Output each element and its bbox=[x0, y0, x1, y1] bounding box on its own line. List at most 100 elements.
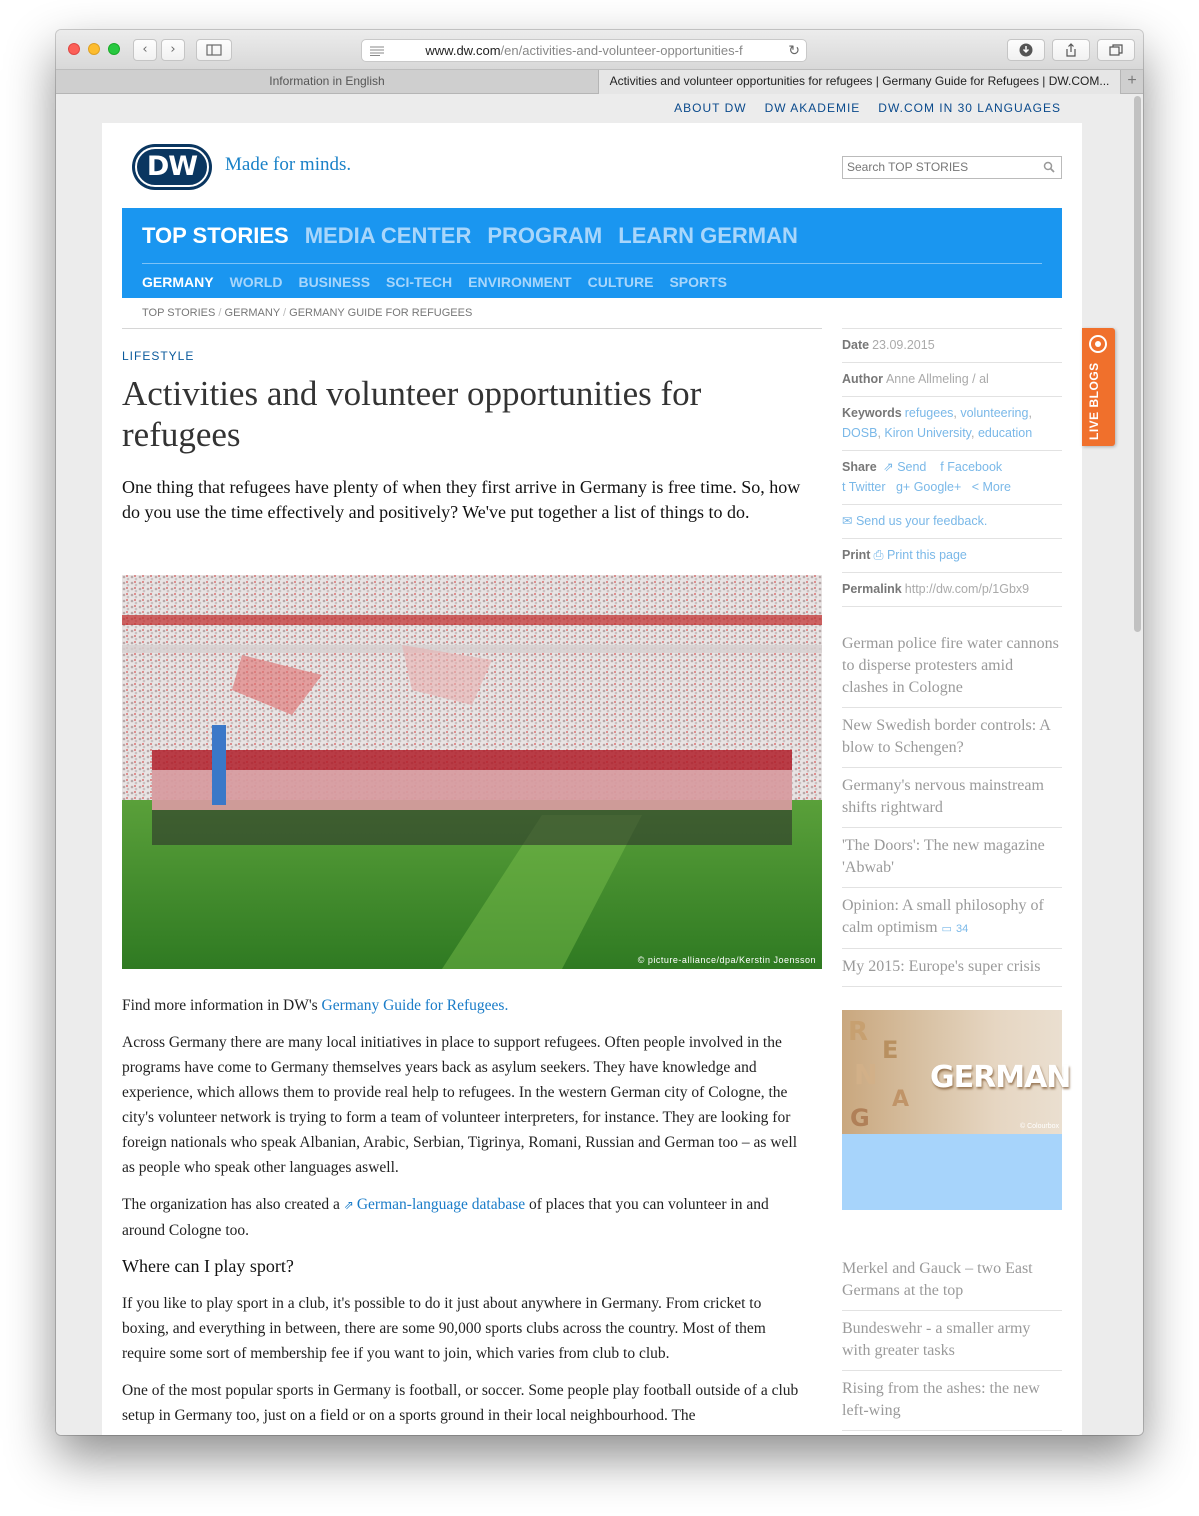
tab-overview-button[interactable] bbox=[1097, 39, 1135, 61]
primary-nav: TOP STORIES MEDIA CENTER PROGRAM LEARN GERM… bbox=[142, 223, 814, 249]
article-kicker[interactable]: LIFESTYLE bbox=[122, 349, 194, 363]
share-googleplus[interactable]: g+ Google+ bbox=[896, 480, 961, 494]
refugee-guide-link[interactable]: Germany Guide for Refugees. bbox=[322, 997, 509, 1014]
svg-text:G: G bbox=[850, 1104, 870, 1132]
tab-information-in-english[interactable]: Information in English bbox=[56, 70, 598, 94]
search-placeholder: Search TOP STORIES bbox=[847, 160, 969, 174]
back-button[interactable]: ‹ bbox=[133, 39, 157, 61]
breadcrumb-top-stories[interactable]: TOP STORIES bbox=[142, 307, 215, 319]
print-link[interactable]: ⎙ Print this page bbox=[873, 548, 966, 562]
breadcrumb-refugee-guide[interactable]: GERMANY GUIDE FOR REFUGEES bbox=[289, 307, 472, 319]
tagline: Made for minds. bbox=[225, 154, 352, 175]
share-facebook-label: Facebook bbox=[947, 460, 1003, 474]
related-story[interactable]: My 2015: Europe's super crisis bbox=[842, 949, 1062, 987]
sidebar-toggle-button[interactable] bbox=[196, 39, 232, 61]
downloads-button[interactable] bbox=[1007, 39, 1045, 61]
share-more-label: More bbox=[982, 480, 1011, 494]
tab-activities-article[interactable]: Activities and volunteer opportunities f… bbox=[598, 70, 1121, 94]
subnav-sci-tech[interactable]: SCI-TECH bbox=[386, 274, 452, 290]
address-bar[interactable]: www.dw.com/en/activities-and-volunteer-o… bbox=[361, 39, 807, 62]
share-send-label: Send bbox=[897, 460, 927, 474]
keyword-link[interactable]: education bbox=[978, 426, 1032, 440]
dw-akademie-link[interactable]: DW AKADEMIE bbox=[765, 101, 861, 115]
share-twitter[interactable]: t Twitter bbox=[842, 480, 886, 494]
vertical-scrollbar[interactable] bbox=[1134, 96, 1141, 632]
keyword-link[interactable]: refugees bbox=[905, 406, 954, 420]
article-paragraph-1: Find more information in DW's Germany Gu… bbox=[122, 993, 812, 1018]
zoom-window-button[interactable] bbox=[108, 43, 120, 55]
feedback-link[interactable]: ✉ Send us your feedback. bbox=[842, 514, 987, 528]
article-photo[interactable]: © picture-alliance/dpa/Kerstin Joensson bbox=[122, 575, 822, 969]
subnav-world[interactable]: WORLD bbox=[230, 274, 283, 290]
meta-share: Share ⇗ Send f Facebook t Twitter g+ Goo… bbox=[842, 450, 1062, 504]
plus-icon: + bbox=[1127, 72, 1137, 89]
breadcrumb-germany[interactable]: GERMANY bbox=[225, 307, 280, 319]
article-title: Activities and volunteer opportunities f… bbox=[122, 374, 702, 454]
close-window-button[interactable] bbox=[68, 43, 80, 55]
related-story[interactable]: New Swedish border controls: A blow to S… bbox=[842, 708, 1062, 768]
share-icon bbox=[1066, 43, 1076, 57]
meta-label: Share bbox=[842, 460, 877, 474]
keyword-link[interactable]: Kiron University bbox=[884, 426, 971, 440]
minimize-window-button[interactable] bbox=[88, 43, 100, 55]
meta-divider bbox=[842, 606, 1062, 607]
article-paragraph-4: If you like to play sport in a club, it'… bbox=[122, 1295, 766, 1362]
dw-logo[interactable]: DW bbox=[132, 144, 212, 190]
url-path: /en/activities-and-volunteer-opportuniti… bbox=[500, 43, 743, 58]
related-story[interactable]: Merkel and Gauck – two East Germans at t… bbox=[842, 1258, 1062, 1311]
wooden-letters-graphic: R E N A G bbox=[848, 1017, 909, 1132]
related-story[interactable]: Bundeswehr - a smaller army with greater… bbox=[842, 1311, 1062, 1371]
keyword-link[interactable]: volunteering bbox=[960, 406, 1028, 420]
subnav-sports[interactable]: SPORTS bbox=[669, 274, 727, 290]
url-host: www.dw.com bbox=[425, 43, 501, 58]
article-lead: One thing that refugees have plenty of w… bbox=[122, 477, 801, 522]
paragraph-text: The organization has also created a bbox=[122, 1196, 344, 1213]
search-input[interactable]: Search TOP STORIES bbox=[842, 156, 1062, 179]
article-meta: Date 23.09.2015 Author Anne Allmeling / al… bbox=[842, 328, 1062, 607]
related-story[interactable]: German police fire water cannons to disp… bbox=[842, 633, 1062, 708]
related-story-with-comments[interactable]: Opinion: A small philosophy of calm opti… bbox=[842, 888, 1062, 949]
live-blogs-label: LIVE BLOGS bbox=[1087, 362, 1101, 440]
share-button[interactable] bbox=[1052, 39, 1090, 61]
related-story[interactable]: Germany's nervous mainstream shifts righ… bbox=[842, 768, 1062, 828]
browser-window: ‹ › www.dw.com/en/activities-and-volunte… bbox=[56, 30, 1143, 1435]
subnav-business[interactable]: BUSINESS bbox=[298, 274, 370, 290]
forward-button[interactable]: › bbox=[161, 39, 185, 61]
nav-top-stories[interactable]: TOP STORIES bbox=[142, 223, 289, 248]
reload-icon[interactable]: ↻ bbox=[788, 40, 800, 61]
feedback-label: Send us your feedback. bbox=[855, 514, 988, 528]
article-paragraph-3: The organization has also created a ⇗ Ge… bbox=[122, 1192, 812, 1243]
browser-toolbar: ‹ › www.dw.com/en/activities-and-volunte… bbox=[56, 30, 1143, 70]
sport-heading: Where can I play sport? bbox=[122, 1256, 294, 1276]
dw-30-languages-link[interactable]: DW.COM IN 30 LANGUAGES bbox=[878, 101, 1061, 115]
mail-icon: ✉ bbox=[842, 514, 856, 528]
new-tab-button[interactable]: + bbox=[1121, 70, 1143, 94]
keyword-link[interactable]: DOSB bbox=[842, 426, 877, 440]
share-twitter-label: Twitter bbox=[848, 480, 886, 494]
share-facebook[interactable]: f Facebook bbox=[940, 460, 1002, 474]
learn-german-promo[interactable]: R E N A G GERMAN © Colourbox bbox=[842, 1010, 1071, 1210]
share-send[interactable]: ⇗ Send bbox=[883, 460, 926, 474]
live-blogs-tab[interactable]: LIVE BLOGS bbox=[1082, 328, 1115, 446]
subnav-germany[interactable]: GERMANY bbox=[142, 274, 214, 290]
external-link-icon: ⇗ bbox=[343, 1198, 357, 1212]
page-container: DW Made for minds. Search TOP STORIES TO… bbox=[102, 123, 1082, 1435]
database-link[interactable]: German-language database bbox=[357, 1196, 525, 1213]
tab-bar: Information in English Activities and vo… bbox=[56, 70, 1143, 94]
nav-program[interactable]: PROGRAM bbox=[487, 223, 602, 248]
print-label: Print this page bbox=[886, 548, 967, 562]
nav-learn-german[interactable]: LEARN GERMAN bbox=[618, 223, 798, 248]
share-more[interactable]: < More bbox=[972, 480, 1011, 494]
permalink-value[interactable]: http://dw.com/p/1Gbx9 bbox=[905, 582, 1029, 596]
svg-text:R: R bbox=[848, 1017, 868, 1047]
nav-media-center[interactable]: MEDIA CENTER bbox=[305, 223, 472, 248]
search-icon[interactable] bbox=[1043, 161, 1055, 173]
subnav-environment[interactable]: ENVIRONMENT bbox=[468, 274, 571, 290]
web-viewport: ABOUT DW DW AKADEMIE DW.COM IN 30 LANGUAGE… bbox=[56, 94, 1143, 1435]
related-story[interactable]: 'The Doors': The new magazine 'Abwab' bbox=[842, 828, 1062, 888]
subnav-culture[interactable]: CULTURE bbox=[588, 274, 654, 290]
related-story[interactable]: Rising from the ashes: the new left-wing bbox=[842, 1371, 1062, 1431]
about-dw-link[interactable]: ABOUT DW bbox=[674, 101, 746, 115]
meta-author: Author Anne Allmeling / al bbox=[842, 362, 1062, 396]
share-googleplus-label: Google+ bbox=[913, 480, 962, 494]
